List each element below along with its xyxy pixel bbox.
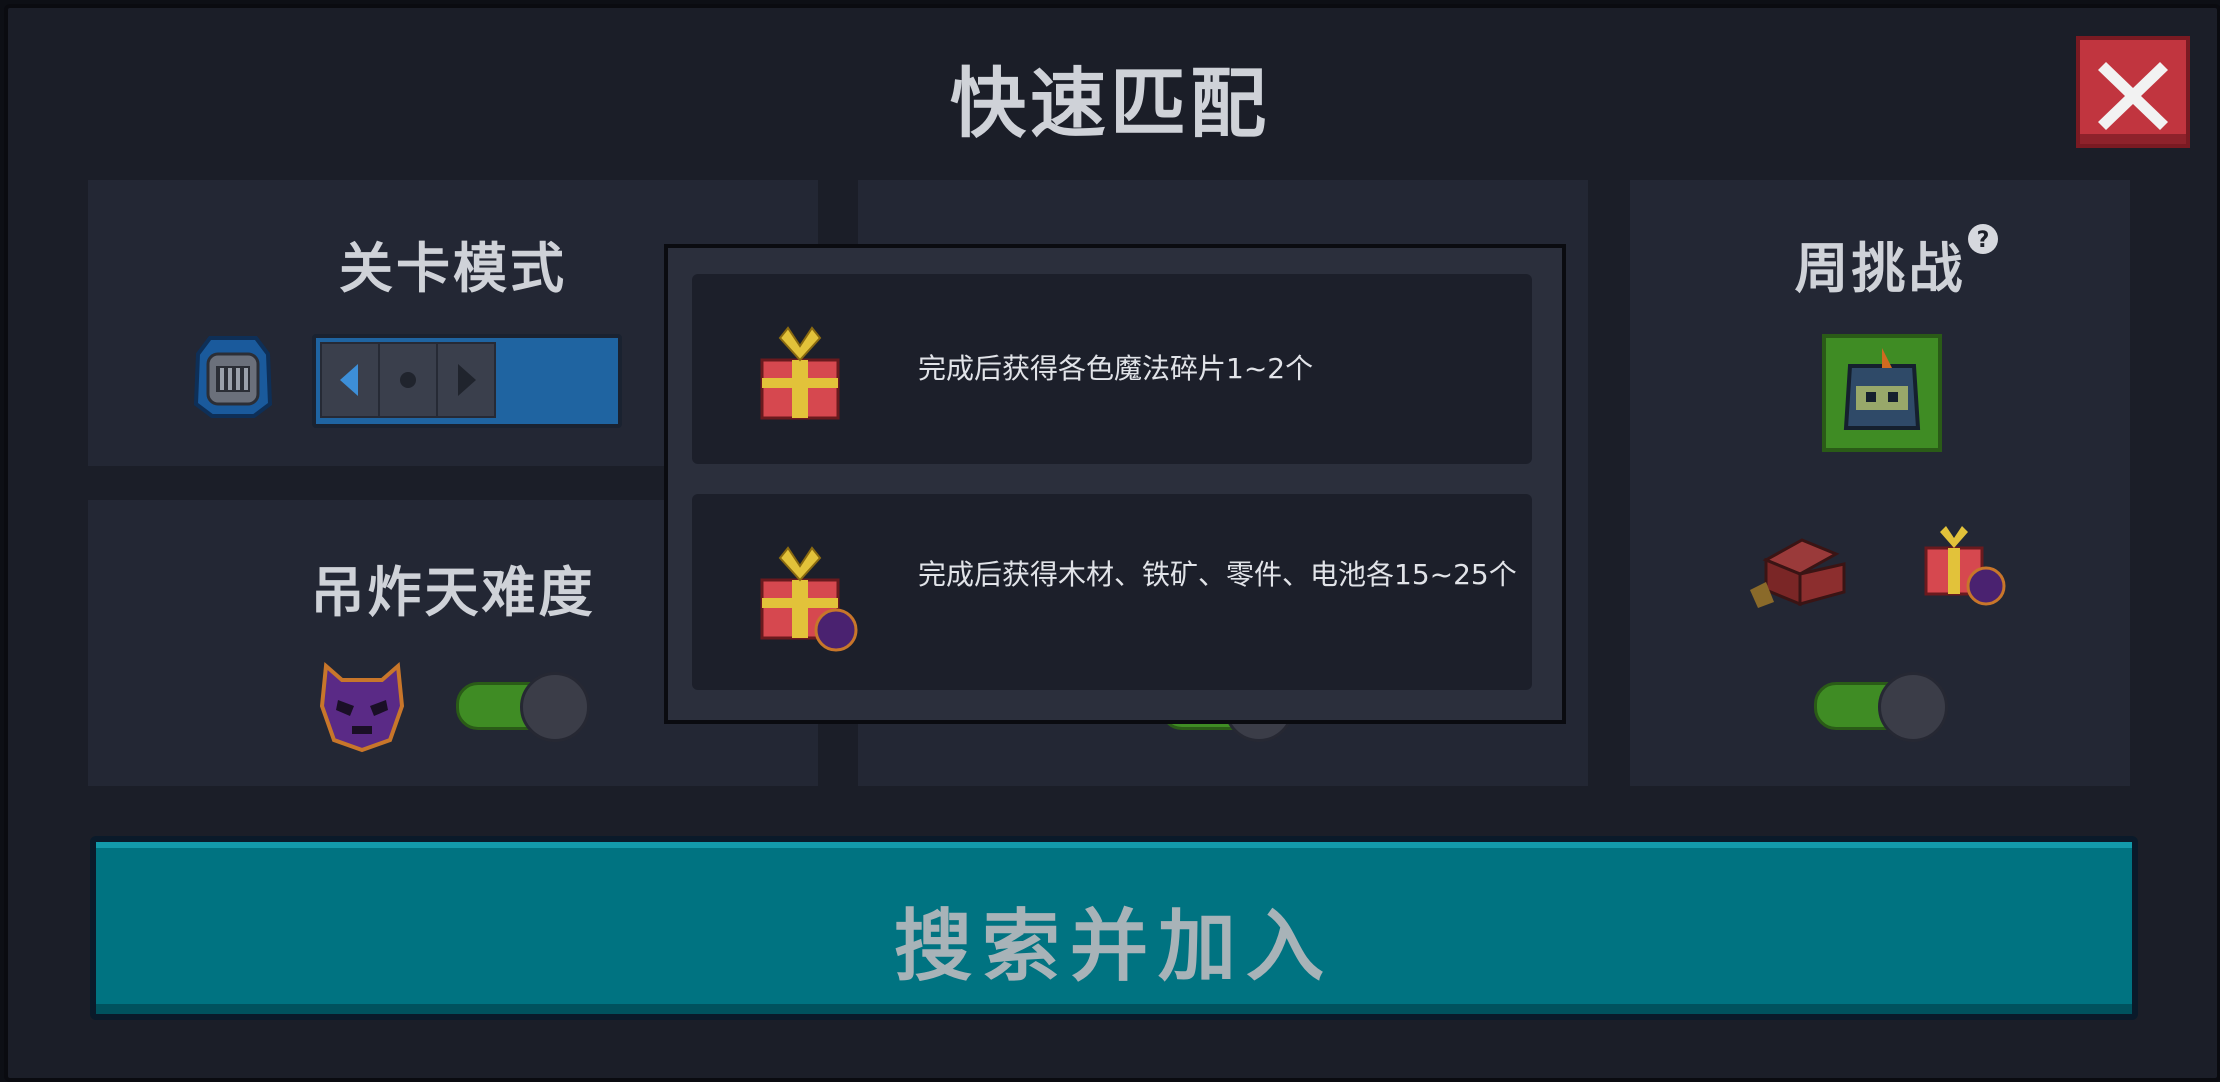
toggle-knob (1878, 672, 1948, 742)
arrow-right-icon (458, 364, 476, 396)
stepper-right-button[interactable] (436, 342, 496, 418)
demon-mask-icon (319, 661, 405, 753)
reward-text: 完成后获得木材、铁矿、零件、电池各15~25个 (918, 558, 1517, 591)
search-and-join-button[interactable]: 搜索并加入 (90, 836, 2138, 1020)
reward-row: 完成后获得木材、铁矿、零件、电池各15~25个 (692, 494, 1532, 690)
search-and-join-label: 搜索并加入 (893, 902, 1334, 992)
svg-text:?: ? (1977, 228, 1990, 253)
gift-icon (760, 326, 840, 420)
weekly-challenge-toggle[interactable] (1814, 672, 1948, 742)
gift-demon-icon (1924, 526, 2006, 606)
close-button[interactable] (2076, 36, 2190, 148)
weekly-challenge-title: 周挑战 (1630, 224, 2130, 303)
stepper-left-button[interactable] (320, 342, 380, 418)
toggle-knob (520, 672, 590, 742)
open-chest-icon (1750, 538, 1846, 608)
reward-text: 完成后获得各色魔法碎片1~2个 (918, 352, 1314, 385)
reward-row: 完成后获得各色魔法碎片1~2个 (692, 274, 1532, 464)
difficulty-toggle[interactable] (456, 672, 590, 742)
dot-icon (400, 372, 416, 388)
knight-helmet-icon (193, 336, 273, 418)
gift-demon-icon (760, 546, 858, 652)
close-icon (2098, 62, 2168, 130)
knight-helmet-icon (1843, 348, 1921, 430)
reward-popup: 完成后获得各色魔法碎片1~2个 完成后获得木材、铁矿、零件、电池各15~25个 (664, 244, 1566, 724)
arrow-left-icon (340, 364, 358, 396)
page-title: 快速匹配 (950, 59, 1270, 148)
weekly-challenge-label: 周挑战 (1794, 237, 1966, 300)
help-icon[interactable]: ? (1966, 222, 2000, 256)
level-mode-stepper[interactable] (312, 334, 622, 428)
weekly-challenge-badge[interactable] (1822, 334, 1942, 452)
stepper-dot (378, 342, 438, 418)
